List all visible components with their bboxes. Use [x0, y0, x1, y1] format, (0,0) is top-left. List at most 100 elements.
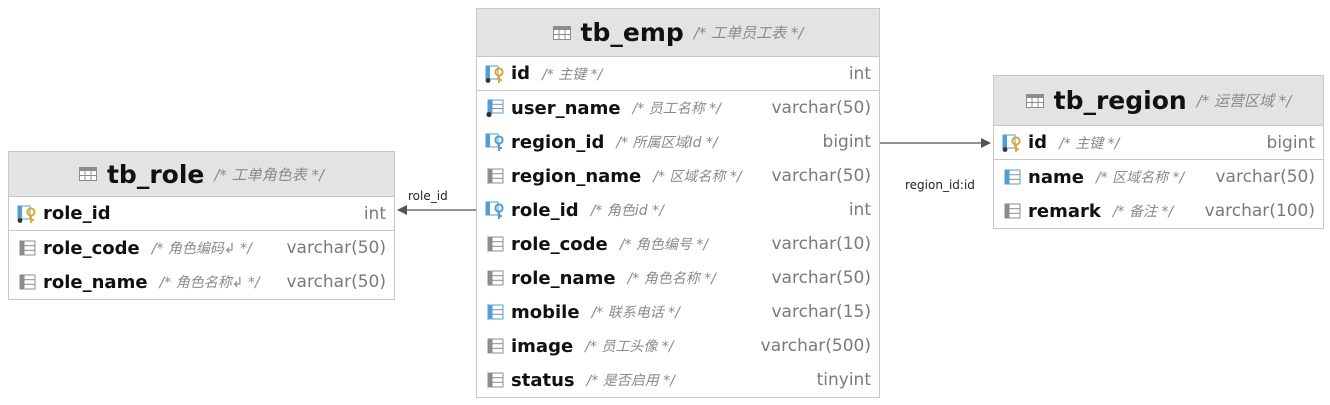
table-comment: /* 工单员工表 */: [693, 24, 804, 42]
column-type: varchar(50): [771, 166, 871, 186]
foreign-key-icon: [485, 200, 505, 220]
column-icon: [17, 272, 37, 292]
column-row-role-code[interactable]: role_code /* 角色编号 */ varchar(10): [477, 227, 879, 261]
column-list: role_id int role_code /* 角色编码↲ */ varchar(50…: [9, 197, 394, 299]
column-name: image: [511, 335, 574, 357]
column-row-user-name[interactable]: user_name /* 员工名称 */ varchar(50): [477, 91, 879, 125]
table-icon: [78, 167, 97, 181]
column-name: mobile: [511, 301, 580, 323]
relation-label-region-id: region_id:id: [905, 178, 975, 192]
column-comment: /* 角色名称↲ */: [159, 275, 260, 291]
column-row-id[interactable]: id /* 主键 */ int: [477, 57, 879, 91]
primary-key-icon: [17, 204, 37, 224]
column-type: varchar(50): [771, 268, 871, 288]
column-icon: [17, 238, 37, 258]
column-row-role-name[interactable]: role_name /* 角色名称↲ */ varchar(50): [9, 265, 394, 299]
column-icon: [485, 166, 505, 186]
table-name: tb_emp: [580, 18, 684, 47]
column-name: id: [1028, 132, 1048, 153]
column-row-status[interactable]: status /* 是否启用 */ tinyint: [477, 363, 879, 397]
column-comment: /* 联系电话 */: [591, 305, 680, 321]
column-comment: /* 角色编码↲ */: [151, 241, 252, 257]
column-row-role-id[interactable]: role_id /* 角色id */ int: [477, 193, 879, 227]
column-comment: /* 所属区域Id */: [616, 135, 718, 151]
column-name: role_id: [43, 203, 111, 224]
column-row-mobile[interactable]: mobile /* 联系电话 */ varchar(15): [477, 295, 879, 329]
column-type: int: [848, 63, 871, 84]
column-type: varchar(15): [771, 302, 871, 322]
column-comment: /* 区域名称 */: [653, 169, 742, 185]
column-comment: /* 备注 */: [1112, 204, 1174, 220]
column-row-name[interactable]: name /* 区域名称 */ varchar(50): [994, 160, 1323, 194]
column-type: varchar(50): [286, 238, 386, 258]
table-name: tb_role: [106, 159, 205, 189]
column-comment: /* 是否启用 */: [586, 373, 675, 389]
column-type: bigint: [822, 132, 871, 152]
column-name: role_name: [511, 267, 616, 289]
column-comment: /* 员工头像 */: [585, 339, 674, 355]
column-type: varchar(10): [771, 234, 871, 254]
table-header[interactable]: tb_region /* 运营区域 */: [994, 76, 1323, 126]
column-list: id /* 主键 */ int user_name /* 员工名称 */ varchar(…: [477, 57, 879, 397]
column-type: varchar(500): [760, 336, 871, 356]
foreign-key-icon: [485, 132, 505, 152]
column-name: remark: [1028, 200, 1101, 222]
column-type: int: [848, 200, 871, 220]
table-tb-role[interactable]: tb_role /* 工单角色表 */ role_id int role_code /…: [8, 151, 395, 300]
table-header[interactable]: tb_emp /* 工单员工表 */: [477, 9, 879, 57]
column-comment: /* 角色名称 */: [627, 271, 716, 287]
column-icon: [485, 268, 505, 288]
table-icon: [552, 25, 571, 40]
column-row-remark[interactable]: remark /* 备注 */ varchar(100): [994, 194, 1323, 228]
column-comment: /* 角色id */: [590, 203, 664, 219]
column-comment: /* 区域名称 */: [1095, 170, 1185, 186]
column-name: id: [511, 63, 531, 84]
er-diagram-canvas: role_id region_id:id tb_role /* 工单角色表 */…: [0, 0, 1330, 405]
column-name: role_code: [43, 237, 140, 259]
column-row-role-id[interactable]: role_id int: [9, 197, 394, 231]
primary-key-icon: [485, 64, 505, 84]
column-row-image[interactable]: image /* 员工头像 */ varchar(500): [477, 329, 879, 363]
table-comment: /* 运营区域 */: [1196, 92, 1292, 110]
relation-label-role-id: role_id: [408, 189, 448, 203]
column-name: name: [1028, 166, 1084, 188]
column-icon: [485, 336, 505, 356]
column-name: role_code: [511, 233, 608, 255]
column-comment: /* 员工名称 */: [632, 101, 721, 117]
table-tb-emp[interactable]: tb_emp /* 工单员工表 */ id /* 主键 */ int user_nam…: [476, 8, 880, 398]
index-column-icon: [485, 98, 505, 118]
column-type: varchar(50): [1215, 167, 1315, 187]
column-row-region-name[interactable]: region_name /* 区域名称 */ varchar(50): [477, 159, 879, 193]
column-name: user_name: [511, 97, 621, 119]
column-icon: [485, 302, 505, 322]
column-type: varchar(50): [771, 98, 871, 118]
table-header[interactable]: tb_role /* 工单角色表 */: [9, 152, 394, 197]
column-icon: [1002, 201, 1022, 221]
column-icon: [485, 234, 505, 254]
column-list: id /* 主键 */ bigint name /* 区域名称 */ varchar(50…: [994, 126, 1323, 228]
column-icon: [1002, 167, 1022, 187]
column-name: status: [511, 369, 575, 391]
column-type: varchar(50): [286, 272, 386, 292]
column-comment: /* 主键 */: [1059, 135, 1120, 152]
primary-key-icon: [1002, 133, 1022, 153]
column-comment: /* 主键 */: [542, 66, 603, 83]
column-name: region_name: [511, 165, 642, 187]
column-type: int: [363, 203, 386, 224]
column-icon: [485, 370, 505, 390]
column-row-role-name[interactable]: role_name /* 角色名称 */ varchar(50): [477, 261, 879, 295]
table-comment: /* 工单角色表 */: [214, 165, 325, 184]
column-type: bigint: [1266, 132, 1315, 153]
column-comment: /* 角色编号 */: [619, 237, 709, 253]
column-name: role_name: [43, 271, 148, 293]
table-tb-region[interactable]: tb_region /* 运营区域 */ id /* 主键 */ bigint nam…: [993, 75, 1324, 229]
table-name: tb_region: [1053, 86, 1187, 115]
column-name: region_id: [511, 131, 605, 153]
column-row-region-id[interactable]: region_id /* 所属区域Id */ bigint: [477, 125, 879, 159]
column-name: role_id: [511, 199, 579, 221]
column-type: varchar(100): [1204, 201, 1315, 221]
table-icon: [1025, 93, 1044, 108]
column-row-id[interactable]: id /* 主键 */ bigint: [994, 126, 1323, 160]
column-type: tinyint: [816, 370, 871, 390]
column-row-role-code[interactable]: role_code /* 角色编码↲ */ varchar(50): [9, 231, 394, 265]
